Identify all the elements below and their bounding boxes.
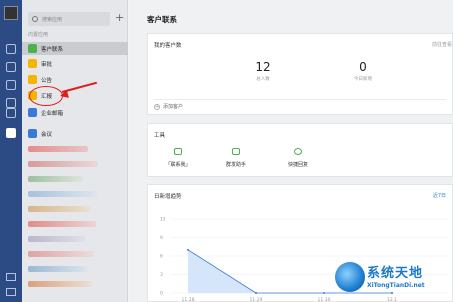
search-placeholder: 搜索应用 bbox=[42, 16, 63, 23]
customer-count-card: 我的客户数 前往查看 12 总人数 0 今日新增 + 添加客户 bbox=[147, 33, 453, 115]
add-icon[interactable]: + bbox=[115, 12, 125, 24]
y-tick-label: 12 bbox=[160, 217, 166, 223]
x-tick-label: 11.29 bbox=[250, 297, 263, 302]
blurred-app-item[interactable] bbox=[28, 161, 98, 167]
navigation-rail bbox=[0, 0, 22, 302]
blurred-app-item[interactable] bbox=[28, 206, 90, 212]
app-item-label: 客户联系 bbox=[41, 46, 64, 53]
main-content: 客户联系 我的客户数 前往查看 12 总人数 0 今日新增 + 添加客户 工具 … bbox=[129, 0, 453, 302]
x-tick-label: 11.28 bbox=[182, 297, 195, 302]
settings-icon[interactable] bbox=[6, 288, 16, 296]
data-point[interactable] bbox=[187, 248, 189, 251]
new-today-stat[interactable]: 0 今日新增 bbox=[333, 60, 393, 82]
data-point[interactable] bbox=[255, 292, 257, 294]
customer-contact-icon bbox=[28, 44, 37, 53]
quick-reply-icon bbox=[294, 148, 302, 155]
approval-icon bbox=[28, 59, 37, 68]
message-icon[interactable] bbox=[6, 44, 16, 54]
workbench-icon[interactable] bbox=[6, 128, 16, 138]
y-tick-label: 6 bbox=[160, 254, 163, 260]
add-customer-button[interactable]: + 添加客户 bbox=[154, 103, 183, 110]
tools-card: 工具 「联系我」 群发助手 快捷回复 bbox=[147, 123, 453, 177]
tool-quick-reply[interactable]: 快捷回复 bbox=[268, 148, 328, 168]
avatar[interactable] bbox=[4, 6, 18, 20]
app-item-label: 审批 bbox=[41, 61, 53, 68]
blurred-app-item[interactable] bbox=[28, 281, 92, 287]
card-heading: 工具 bbox=[154, 133, 166, 139]
tool-label: 快捷回复 bbox=[287, 162, 308, 168]
contacts-icon[interactable] bbox=[6, 62, 16, 72]
enterprise-mail-icon bbox=[28, 108, 37, 117]
y-tick-label: 0 bbox=[160, 291, 163, 297]
annotation-circle bbox=[29, 86, 63, 106]
blurred-app-item[interactable] bbox=[28, 191, 98, 197]
meeting-icon bbox=[28, 129, 37, 138]
blurred-app-item[interactable] bbox=[28, 251, 94, 257]
blurred-app-item[interactable] bbox=[28, 266, 88, 272]
total-count-stat[interactable]: 12 总人数 bbox=[233, 60, 293, 82]
document-icon[interactable] bbox=[6, 98, 16, 108]
calendar-icon[interactable] bbox=[6, 80, 16, 90]
app-list-panel: 搜索应用 + 内置应用 客户联系 审批 公告 汇报 企业邮箱 会议 bbox=[22, 0, 128, 302]
data-point[interactable] bbox=[323, 292, 325, 294]
y-tick-label: 3 bbox=[160, 272, 163, 278]
tool-label: 「联系我」 bbox=[165, 162, 191, 168]
x-tick-label: 11.30 bbox=[318, 297, 331, 302]
app-item-approval[interactable]: 审批 bbox=[22, 57, 128, 70]
card-heading: 我的客户数 bbox=[154, 43, 182, 49]
search-icon bbox=[32, 16, 38, 22]
add-customer-label: 添加客户 bbox=[163, 104, 184, 110]
divider bbox=[154, 99, 446, 100]
page-title: 客户联系 bbox=[147, 15, 177, 24]
tool-label: 群发助手 bbox=[225, 162, 246, 168]
watermark-subtitle: XiTongTianDi.net bbox=[367, 282, 425, 289]
broadcast-icon bbox=[232, 148, 240, 155]
blurred-app-item[interactable] bbox=[28, 236, 86, 242]
tool-contact-me[interactable]: 「联系我」 bbox=[148, 148, 208, 168]
app-item-label: 会议 bbox=[41, 131, 53, 138]
blurred-app-item[interactable] bbox=[28, 221, 96, 227]
globe-icon bbox=[335, 262, 365, 292]
contact-me-icon bbox=[174, 148, 182, 155]
app-window: 搜索应用 + 内置应用 客户联系 审批 公告 汇报 企业邮箱 会议 客户联系 我… bbox=[0, 0, 453, 302]
app-item-announcement[interactable]: 公告 bbox=[22, 73, 128, 86]
new-today-value: 0 bbox=[359, 60, 367, 74]
blurred-app-item[interactable] bbox=[28, 146, 88, 152]
new-today-label: 今日新增 bbox=[354, 77, 372, 82]
announcement-icon bbox=[28, 75, 37, 84]
menu-icon[interactable] bbox=[6, 273, 16, 281]
app-item-label: 企业邮箱 bbox=[41, 110, 64, 117]
tool-broadcast[interactable]: 群发助手 bbox=[206, 148, 266, 168]
search-input[interactable]: 搜索应用 bbox=[28, 12, 110, 26]
blurred-app-item[interactable] bbox=[28, 176, 83, 182]
watermark-title: 系统天地 bbox=[367, 266, 424, 281]
mail-icon[interactable] bbox=[6, 108, 16, 118]
watermark-logo: 系统天地 XiTongTianDi.net bbox=[333, 260, 453, 302]
total-count-value: 12 bbox=[255, 60, 271, 74]
app-item-customer-contact[interactable]: 客户联系 bbox=[22, 42, 128, 55]
y-tick-label: 9 bbox=[160, 235, 163, 241]
app-item-label: 公告 bbox=[41, 77, 53, 84]
total-count-label: 总人数 bbox=[256, 77, 270, 82]
section-label: 内置应用 bbox=[28, 32, 49, 38]
app-item-meeting[interactable]: 会议 bbox=[22, 127, 128, 140]
plus-circle-icon: + bbox=[154, 103, 160, 110]
app-item-enterprise-mail[interactable]: 企业邮箱 bbox=[22, 106, 128, 119]
view-link[interactable]: 前往查看 bbox=[432, 41, 452, 48]
